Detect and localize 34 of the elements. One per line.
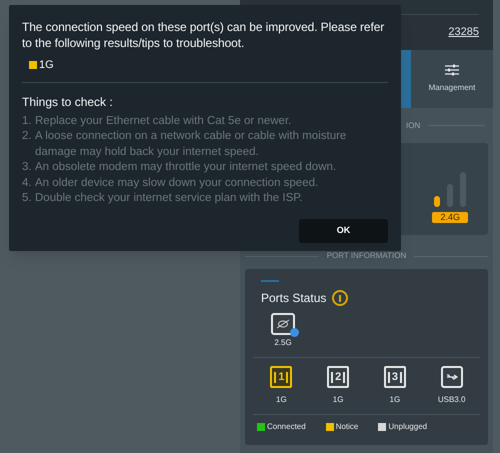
sliders-icon (445, 64, 459, 76)
port-speed: 1G (390, 394, 400, 406)
ok-button[interactable]: OK (299, 219, 388, 243)
account-link[interactable]: 23285 (448, 24, 479, 40)
tip-text: Replace your Ethernet cable with Cat 5e or newer. (35, 114, 292, 128)
section-title: PORT INFORMATION (326, 250, 406, 262)
tip-text: An obsolete modem may throttle your internet speed down. (35, 160, 336, 175)
port-number: 1 (274, 372, 288, 382)
tip-number: 4. (22, 176, 32, 190)
band-badge: 2.4G (432, 212, 468, 223)
port-speed: 1G (276, 394, 287, 406)
legend-label: Connected (267, 421, 306, 433)
checklist-title: Things to check : (22, 94, 114, 110)
port-number: 2 (331, 372, 346, 382)
port-number: 3 (388, 372, 402, 382)
wan-port-icon (271, 313, 295, 335)
card-title: Ports Status (261, 290, 326, 307)
tip-number: 3. (22, 160, 32, 175)
legend-label: Notice (336, 421, 358, 433)
port-speed: USB3.0 (438, 394, 466, 406)
signal-bars-icon (433, 172, 468, 208)
port-speed: 2.5G (274, 337, 292, 349)
dialog-message: The connection speed on these port(s) can be improved. Please refer to the following results/tips to troubleshoot. (22, 19, 386, 51)
tip-number: 2. (22, 129, 32, 144)
tip-number: 1. (22, 114, 32, 128)
port-speed: 1G (332, 394, 344, 406)
tip-text: An older device may slow down your connection speed. (35, 176, 318, 190)
tip-text: Double check your internet service plan with the ISP. (35, 191, 303, 206)
info-icon[interactable] (332, 290, 348, 306)
legend-label: Unplugged (388, 421, 428, 433)
port-speed-label: 1G (39, 58, 54, 73)
section-title: ION (406, 120, 420, 132)
tip-text: A loose connection on a network cable or cable with moisture damage may hold back your internet speed. (35, 129, 348, 160)
tip-number: 5. (22, 191, 32, 206)
